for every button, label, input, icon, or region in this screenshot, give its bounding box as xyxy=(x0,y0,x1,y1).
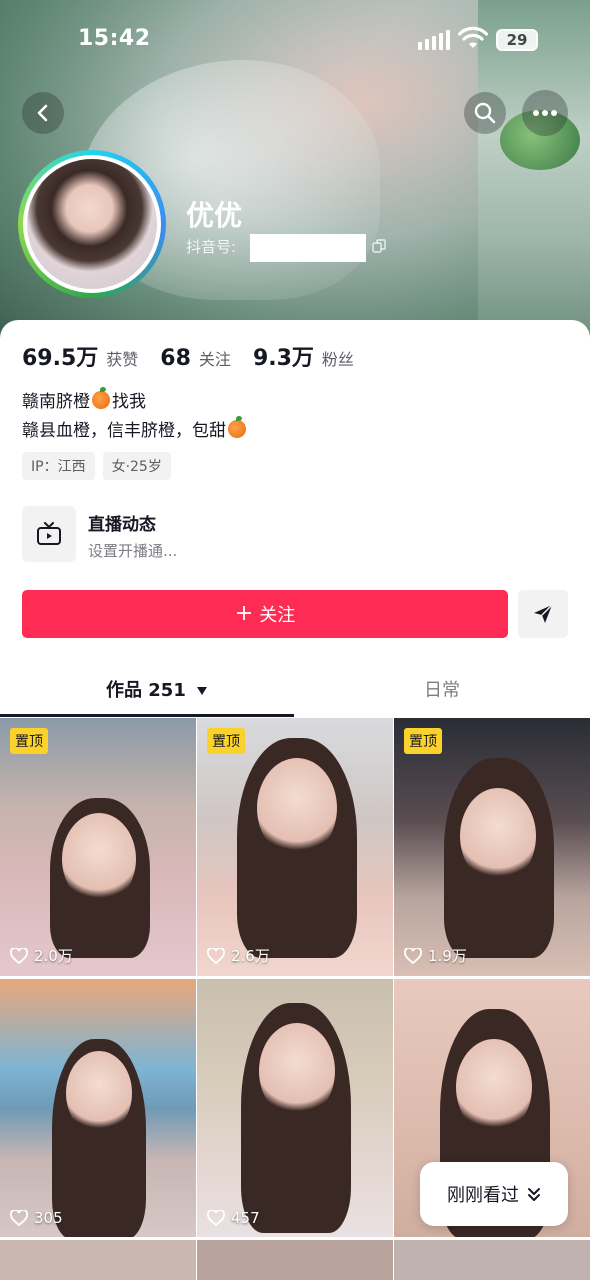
likes-value: 2.6万 xyxy=(231,947,270,965)
orange-emoji-icon xyxy=(228,416,246,438)
video-thumbnail[interactable] xyxy=(394,1240,590,1280)
tab-daily[interactable]: 日常 xyxy=(424,676,460,702)
more-options-button[interactable] xyxy=(522,90,568,136)
search-icon xyxy=(474,102,496,124)
tv-icon xyxy=(22,506,76,562)
tab-works-label: 作品 251 xyxy=(106,680,186,701)
tag-ip: IP：江西 xyxy=(22,452,95,480)
profile-tags: IP：江西 女·25岁 xyxy=(22,452,171,480)
likes-value: 1.9万 xyxy=(428,947,467,965)
stat-value: 9.3万 xyxy=(252,346,314,371)
send-icon xyxy=(534,604,553,623)
status-time: 15:42 xyxy=(78,26,151,51)
heart-icon xyxy=(404,947,422,964)
heart-icon xyxy=(10,947,28,964)
back-button[interactable] xyxy=(22,92,64,134)
stat-followers[interactable]: 9.3万 粉丝 xyxy=(253,340,354,372)
stat-following[interactable]: 68 关注 xyxy=(160,346,231,371)
stat-label: 获赞 xyxy=(106,350,139,369)
battery-indicator: 29 xyxy=(496,29,538,51)
bio-line-2: 赣县血橙，信丰脐橙，包甜 xyxy=(22,416,248,446)
follow-button[interactable]: + 关注 xyxy=(22,590,508,638)
video-thumbnail[interactable]: 置顶 2.0万 xyxy=(0,718,196,976)
copy-icon[interactable] xyxy=(372,238,386,257)
live-title: 直播动态 xyxy=(88,515,156,535)
stat-value: 68 xyxy=(160,346,191,371)
stat-value: 69.5万 xyxy=(22,346,99,371)
pinned-badge: 置顶 xyxy=(207,728,245,754)
pinned-badge: 置顶 xyxy=(404,728,442,754)
avatar-image xyxy=(27,159,157,289)
wifi-icon xyxy=(457,26,489,56)
video-thumbnail[interactable] xyxy=(0,1240,196,1280)
bio-text: 找我 xyxy=(112,392,146,412)
video-thumbnail[interactable] xyxy=(197,1240,393,1280)
douyin-id-label: 抖音号: xyxy=(186,238,237,256)
likes-count: 2.0万 xyxy=(10,945,73,966)
content-tabs: 作品 251 日常 xyxy=(0,666,590,717)
likes-value: 305 xyxy=(34,1209,63,1227)
live-subtitle: 设置开播通... xyxy=(88,542,178,560)
live-activity-entry[interactable]: 直播动态 设置开播通... xyxy=(22,506,342,562)
tab-active-indicator xyxy=(0,714,294,717)
likes-value: 2.0万 xyxy=(34,947,73,965)
video-thumbnail[interactable]: 457 xyxy=(197,979,393,1237)
bio-text: 赣南脐橙 xyxy=(22,392,90,412)
stat-label: 关注 xyxy=(198,350,231,369)
share-button[interactable] xyxy=(518,590,568,638)
bio-line-1: 赣南脐橙 找我 xyxy=(22,387,248,417)
pinned-badge: 置顶 xyxy=(10,728,48,754)
heart-icon xyxy=(207,947,225,964)
caret-down-icon xyxy=(197,687,208,695)
tab-works[interactable]: 作品 251 xyxy=(106,676,208,702)
video-thumbnail[interactable]: 置顶 1.9万 xyxy=(394,718,590,976)
orange-emoji-icon xyxy=(92,387,110,409)
video-thumbnail[interactable]: 305 xyxy=(0,979,196,1237)
douyin-id-redacted xyxy=(250,234,366,262)
likes-count: 305 xyxy=(10,1209,63,1227)
heart-icon xyxy=(10,1210,28,1226)
heart-icon xyxy=(207,1210,225,1226)
status-bar: 15:42 29 xyxy=(0,24,590,58)
double-chevron-down-icon xyxy=(528,1188,540,1201)
profile-bio: 赣南脐橙 找我 赣县血橙，信丰脐橙，包甜 xyxy=(22,387,248,446)
video-thumbnail[interactable]: 置顶 2.6万 xyxy=(197,718,393,976)
recently-viewed-button[interactable]: 刚刚看过 xyxy=(420,1162,568,1226)
follow-label: 关注 xyxy=(259,605,296,626)
stat-label: 粉丝 xyxy=(321,350,354,369)
search-button[interactable] xyxy=(464,92,506,134)
more-icon xyxy=(533,110,557,116)
likes-value: 457 xyxy=(231,1209,260,1227)
profile-stats: 69.5万 获赞 68 关注 9.3万 粉丝 xyxy=(22,340,376,372)
bio-text: 赣县血橙，信丰脐橙，包甜 xyxy=(22,421,226,441)
signal-icon xyxy=(418,30,450,50)
likes-count: 1.9万 xyxy=(404,945,467,966)
chevron-left-icon xyxy=(37,104,48,122)
plus-icon: + xyxy=(234,601,254,626)
likes-count: 2.6万 xyxy=(207,945,270,966)
avatar[interactable] xyxy=(18,150,166,298)
likes-count: 457 xyxy=(207,1209,260,1227)
recent-label: 刚刚看过 xyxy=(447,1185,519,1206)
profile-name: 优优 xyxy=(186,199,243,232)
tag-gender-age: 女·25岁 xyxy=(102,452,171,480)
stat-likes[interactable]: 69.5万 获赞 xyxy=(22,340,138,372)
